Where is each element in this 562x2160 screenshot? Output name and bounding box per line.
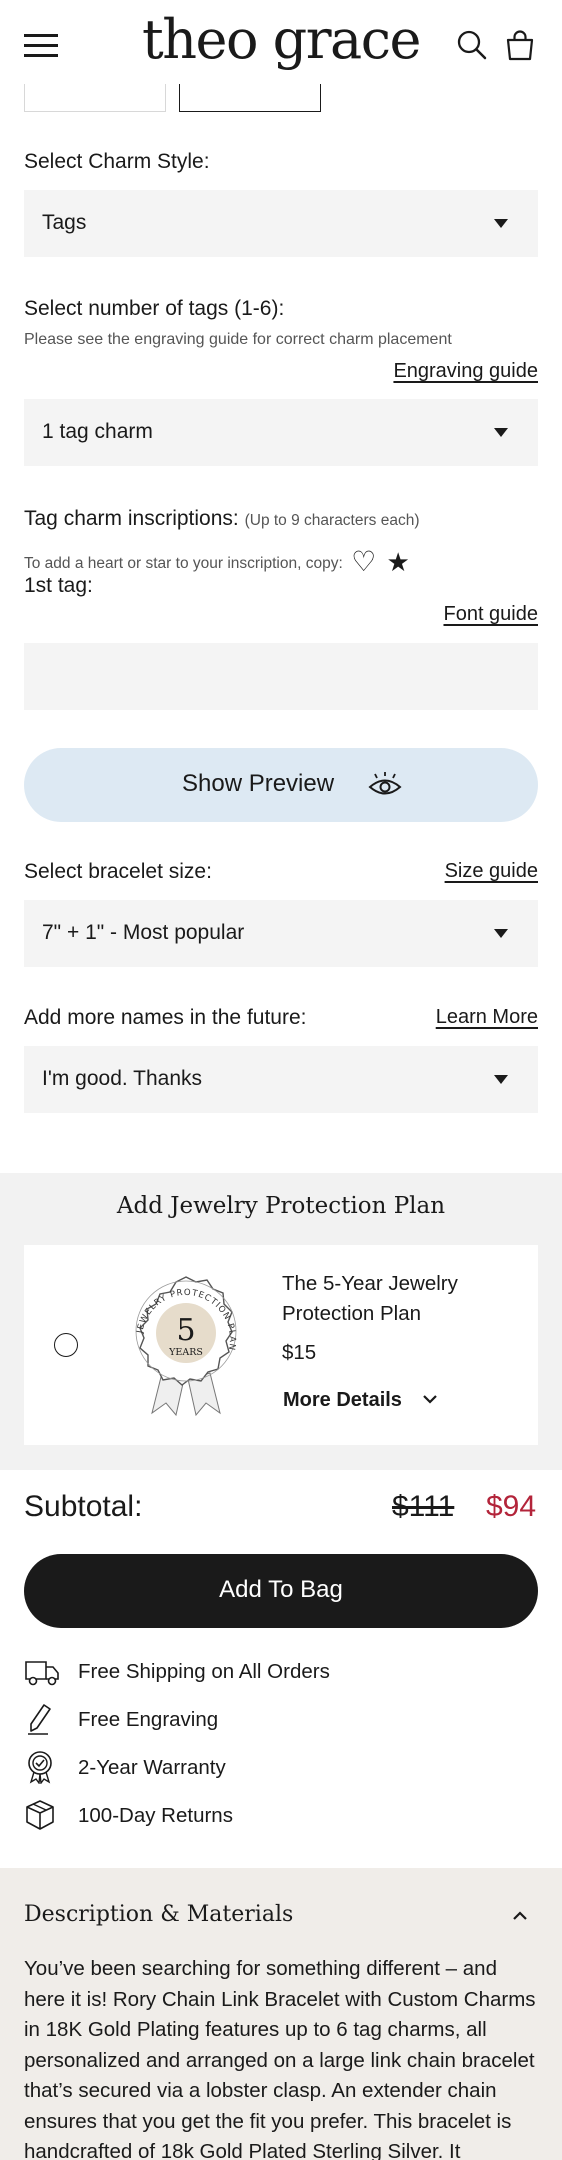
bracelet-size-value: 7" + 1" - Most popular [42, 921, 245, 944]
tag-count-value: 1 tag charm [42, 420, 153, 443]
subtotal-label: Subtotal: [24, 1490, 143, 1523]
shopping-bag-icon[interactable] [504, 28, 536, 62]
first-tag-label: 1st tag: [24, 574, 93, 597]
first-tag-input[interactable] [24, 643, 538, 710]
perk-label: 100-Day Returns [78, 1804, 233, 1827]
description-line: personalized and arranged on a large lin… [24, 2048, 535, 2072]
dropdown-caret-icon [494, 929, 508, 938]
protection-badge-icon: JEWELRY PROTECTION PLAN 5 YEARS [135, 1276, 237, 1417]
show-preview-button[interactable]: Show Preview [24, 748, 538, 822]
eye-icon [368, 772, 402, 795]
bracelet-size-select[interactable]: 7" + 1" - Most popular [24, 900, 538, 967]
perk-shipping: Free Shipping on All Orders [24, 1654, 424, 1690]
description-line: that’s secured via a lobster clasp. An e… [24, 2079, 497, 2102]
tag-count-label: Select number of tags (1-6): [24, 297, 285, 320]
inscriptions-limit-note: (Up to 9 characters each) [244, 512, 420, 529]
badge-number: 5 [176, 1313, 195, 1348]
future-names-label: Add more names in the future: [24, 1006, 307, 1029]
star-symbol[interactable]: ★ [387, 547, 410, 577]
plan-name: The 5-Year Jewelry Protection Plan [282, 1269, 458, 1329]
perk-label: Free Shipping on All Orders [78, 1660, 330, 1683]
description-line: in 18K Gold Plating features up to 6 tag… [24, 2018, 487, 2041]
protection-plan-card[interactable]: JEWELRY PROTECTION PLAN 5 YEARS The 5-Ye… [24, 1245, 538, 1445]
more-details-label: More Details [283, 1389, 402, 1411]
plan-name-line1: The 5-Year Jewelry [282, 1272, 458, 1295]
charm-style-label: Select Charm Style: [24, 150, 210, 173]
description-text: You’ve been searching for something diff… [24, 1954, 544, 2160]
plan-name-line2: Protection Plan [282, 1302, 422, 1325]
heart-symbol[interactable]: ♡ [351, 546, 376, 577]
description-line: ensures that you get the fit you prefer.… [24, 2109, 512, 2133]
learn-more-link[interactable]: Learn More [436, 1006, 538, 1029]
perk-returns: 100-Day Returns [24, 1798, 424, 1834]
engraving-note: Please see the engraving guide for corre… [24, 331, 452, 348]
show-preview-label: Show Preview [182, 770, 335, 797]
dropdown-caret-icon [494, 428, 508, 437]
more-details-button[interactable]: More Details [283, 1389, 438, 1412]
protection-plan-title: Add Jewelry Protection Plan [116, 1193, 446, 1219]
protection-plan-radio[interactable] [54, 1333, 78, 1357]
description-title[interactable]: Description & Materials [24, 1902, 293, 1927]
charm-style-select[interactable]: Tags [24, 190, 538, 257]
pen-icon [28, 1704, 51, 1735]
site-header: theo grace [0, 0, 562, 88]
size-guide-link[interactable]: Size guide [445, 860, 538, 883]
award-ribbon-icon [28, 1751, 52, 1784]
perk-warranty: 2-Year Warranty [24, 1750, 424, 1786]
future-names-value: I'm good. Thanks [42, 1067, 203, 1090]
perk-label: Free Engraving [78, 1708, 219, 1731]
chevron-up-icon[interactable] [510, 1908, 530, 1922]
protection-plan-section: Add Jewelry Protection Plan JEWELRY PROT… [0, 1173, 562, 1470]
charm-style-value: Tags [42, 211, 87, 234]
option-box[interactable] [24, 84, 166, 112]
badge-years: YEARS [168, 1347, 203, 1358]
original-price: $111 [392, 1490, 455, 1523]
truck-icon [25, 1661, 59, 1686]
description-line: here it is! Rory Chain Link Bracelet wit… [24, 1987, 536, 2011]
sale-price: $94 [486, 1490, 537, 1523]
inscriptions-title: Tag charm inscriptions: [24, 507, 239, 530]
dropdown-caret-icon [494, 1075, 508, 1084]
perk-label: 2-Year Warranty [78, 1756, 226, 1779]
future-names-select[interactable]: I'm good. Thanks [24, 1046, 538, 1113]
add-to-bag-button[interactable]: Add To Bag [24, 1554, 538, 1628]
add-to-bag-label: Add To Bag [219, 1576, 343, 1603]
plan-price: $15 [282, 1341, 317, 1364]
description-line: You’ve been searching for something diff… [24, 1957, 497, 1980]
engraving-guide-link[interactable]: Engraving guide [393, 360, 538, 383]
font-guide-link[interactable]: Font guide [443, 603, 538, 626]
box-icon [26, 1800, 54, 1830]
dropdown-caret-icon [494, 219, 508, 228]
tag-count-select[interactable]: 1 tag charm [24, 399, 538, 466]
option-box-selected[interactable] [179, 84, 321, 112]
description-section: Description & Materials You’ve been sear… [0, 1868, 562, 2160]
bracelet-size-label: Select bracelet size: [24, 860, 212, 883]
symbol-copy-note: To add a heart or star to your inscripti… [24, 555, 343, 572]
inscriptions-label: Tag charm inscriptions: (Up to 9 charact… [24, 507, 419, 531]
search-icon[interactable] [456, 28, 488, 62]
perk-engraving: Free Engraving [24, 1702, 424, 1738]
chevron-down-icon [422, 1395, 437, 1404]
description-line: handcrafted of 18k Gold Plated Sterling … [24, 2140, 461, 2160]
